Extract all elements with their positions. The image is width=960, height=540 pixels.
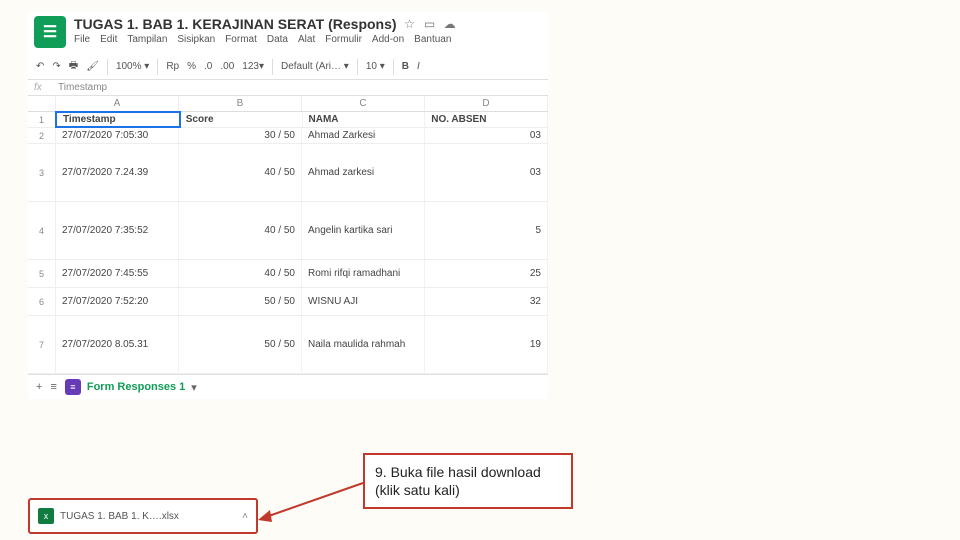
menu-format[interactable]: Format bbox=[225, 34, 257, 45]
cell[interactable]: 40 / 50 bbox=[179, 144, 302, 201]
header: ☰ TUGAS 1. BAB 1. KERAJINAN SERAT (Respo… bbox=[28, 12, 548, 48]
instruction-callout: 9. Buka file hasil download (klik satu k… bbox=[363, 453, 573, 509]
menu-help[interactable]: Bantuan bbox=[414, 34, 451, 45]
callout-arrow bbox=[258, 478, 368, 528]
print-icon[interactable]: 🖶 bbox=[69, 58, 78, 75]
cell[interactable]: 27/07/2020 8.05.31 bbox=[56, 316, 179, 373]
col-d[interactable]: D bbox=[425, 96, 548, 111]
row-number[interactable]: 2 bbox=[28, 128, 56, 144]
cell[interactable]: 27/07/2020 7.24.39 bbox=[56, 144, 179, 201]
menu-insert[interactable]: Sisipkan bbox=[177, 34, 215, 45]
row-number[interactable]: 1 bbox=[28, 112, 56, 128]
cell[interactable]: NO. ABSEN bbox=[425, 112, 548, 127]
cell[interactable]: Romi rifqi ramadhani bbox=[302, 260, 425, 287]
sheet-tab-name: Form Responses 1 bbox=[87, 381, 185, 393]
row-number[interactable]: 7 bbox=[28, 316, 56, 374]
star-icon[interactable]: ☆ bbox=[403, 17, 417, 31]
select-all-cell[interactable] bbox=[28, 96, 56, 111]
table-row[interactable]: 527/07/2020 7:45:5540 / 50Romi rifqi ram… bbox=[28, 260, 548, 288]
dec0-button[interactable]: .0 bbox=[204, 61, 212, 72]
table-row[interactable]: 327/07/2020 7.24.3940 / 50Ahmad zarkesi0… bbox=[28, 144, 548, 202]
cell[interactable]: WISNU AJI bbox=[302, 288, 425, 315]
cell[interactable]: 03 bbox=[425, 128, 548, 143]
all-sheets-button[interactable]: ≡ bbox=[50, 381, 56, 393]
cell[interactable]: 27/07/2020 7:45:55 bbox=[56, 260, 179, 287]
cell[interactable]: Ahmad Zarkesi bbox=[302, 128, 425, 143]
spreadsheet-grid[interactable]: A B C D 1TimestampScoreNAMANO. ABSEN227/… bbox=[28, 96, 548, 374]
menu-data[interactable]: Data bbox=[267, 34, 288, 45]
cell[interactable]: 03 bbox=[425, 144, 548, 201]
table-row[interactable]: 727/07/2020 8.05.3150 / 50Naila maulida … bbox=[28, 316, 548, 374]
cell[interactable]: Score bbox=[180, 112, 303, 127]
google-sheets-window: ☰ TUGAS 1. BAB 1. KERAJINAN SERAT (Respo… bbox=[28, 12, 548, 399]
cell[interactable]: Timestamp bbox=[55, 111, 181, 128]
col-b[interactable]: B bbox=[179, 96, 302, 111]
percent-button[interactable]: % bbox=[187, 61, 196, 72]
sheets-logo-icon: ☰ bbox=[34, 16, 66, 48]
download-filename: TUGAS 1. BAB 1. K….xlsx bbox=[60, 511, 179, 522]
row-number[interactable]: 6 bbox=[28, 288, 56, 316]
cell[interactable]: 27/07/2020 7:35:52 bbox=[56, 202, 179, 259]
cell[interactable]: NAMA bbox=[303, 112, 426, 127]
bold-button[interactable]: B bbox=[402, 61, 409, 72]
row-number[interactable]: 4 bbox=[28, 202, 56, 260]
menu-bar: File Edit Tampilan Sisipkan Format Data … bbox=[74, 34, 457, 45]
cell[interactable]: Ahmad zarkesi bbox=[302, 144, 425, 201]
table-row[interactable]: 427/07/2020 7:35:5240 / 50Angelin kartik… bbox=[28, 202, 548, 260]
font-select[interactable]: Default (Ari… ▾ bbox=[281, 61, 349, 72]
redo-icon[interactable]: ↷ bbox=[52, 61, 60, 72]
menu-addon[interactable]: Add-on bbox=[372, 34, 404, 45]
dec00-button[interactable]: .00 bbox=[220, 61, 234, 72]
excel-icon: x bbox=[38, 508, 54, 524]
table-row[interactable]: 1TimestampScoreNAMANO. ABSEN bbox=[28, 112, 548, 128]
fx-label: fx bbox=[34, 82, 58, 93]
cell[interactable]: 27/07/2020 7:52:20 bbox=[56, 288, 179, 315]
doc-title[interactable]: TUGAS 1. BAB 1. KERAJINAN SERAT (Respons… bbox=[74, 16, 397, 32]
sheet-tab-caret[interactable]: ▾ bbox=[191, 381, 197, 394]
download-bar[interactable]: x TUGAS 1. BAB 1. K….xlsx ˄ bbox=[28, 498, 258, 534]
cell[interactable]: Naila maulida rahmah bbox=[302, 316, 425, 373]
cell[interactable]: 30 / 50 bbox=[179, 128, 302, 143]
italic-button[interactable]: I bbox=[417, 61, 420, 72]
sheet-tab-active[interactable]: ≡ Form Responses 1 ▾ bbox=[65, 379, 197, 395]
paint-format-icon[interactable]: 🖌 bbox=[86, 61, 99, 72]
cell[interactable]: 25 bbox=[425, 260, 548, 287]
cell[interactable]: Angelin kartika sari bbox=[302, 202, 425, 259]
cell[interactable]: 32 bbox=[425, 288, 548, 315]
cell[interactable]: 50 / 50 bbox=[179, 316, 302, 373]
menu-view[interactable]: Tampilan bbox=[127, 34, 167, 45]
table-row[interactable]: 227/07/2020 7:05:3030 / 50Ahmad Zarkesi0… bbox=[28, 128, 548, 144]
menu-edit[interactable]: Edit bbox=[100, 34, 117, 45]
currency-button[interactable]: Rp bbox=[166, 61, 179, 72]
toolbar: ↶ ↷ 🖶 🖌 100% ▾ Rp % .0 .00 123▾ Default … bbox=[28, 54, 548, 80]
menu-file[interactable]: File bbox=[74, 34, 90, 45]
callout-text: 9. Buka file hasil download (klik satu k… bbox=[375, 464, 541, 498]
row-number[interactable]: 5 bbox=[28, 260, 56, 288]
undo-icon[interactable]: ↶ bbox=[36, 61, 44, 72]
zoom-select[interactable]: 100% ▾ bbox=[116, 61, 149, 72]
sheet-tabs: + ≡ ≡ Form Responses 1 ▾ bbox=[28, 374, 548, 399]
table-row[interactable]: 627/07/2020 7:52:2050 / 50WISNU AJI32 bbox=[28, 288, 548, 316]
menu-tools[interactable]: Alat bbox=[298, 34, 315, 45]
form-icon: ≡ bbox=[65, 379, 81, 395]
formula-value: Timestamp bbox=[58, 82, 107, 93]
col-c[interactable]: C bbox=[302, 96, 425, 111]
font-size[interactable]: 10 ▾ bbox=[366, 61, 385, 72]
col-a[interactable]: A bbox=[56, 96, 179, 111]
add-sheet-button[interactable]: + bbox=[36, 381, 42, 393]
cell[interactable]: 19 bbox=[425, 316, 548, 373]
row-number[interactable]: 3 bbox=[28, 144, 56, 202]
cloud-icon: ☁ bbox=[443, 17, 457, 31]
cell[interactable]: 50 / 50 bbox=[179, 288, 302, 315]
folder-icon[interactable]: ▭ bbox=[423, 17, 437, 31]
cell[interactable]: 40 / 50 bbox=[179, 260, 302, 287]
menu-form[interactable]: Formulir bbox=[325, 34, 362, 45]
cell[interactable]: 27/07/2020 7:05:30 bbox=[56, 128, 179, 143]
cell[interactable]: 5 bbox=[425, 202, 548, 259]
download-chevron-icon[interactable]: ˄ bbox=[242, 511, 248, 522]
cell[interactable]: 40 / 50 bbox=[179, 202, 302, 259]
number-format[interactable]: 123▾ bbox=[242, 61, 264, 72]
formula-bar[interactable]: fx Timestamp bbox=[28, 80, 548, 96]
